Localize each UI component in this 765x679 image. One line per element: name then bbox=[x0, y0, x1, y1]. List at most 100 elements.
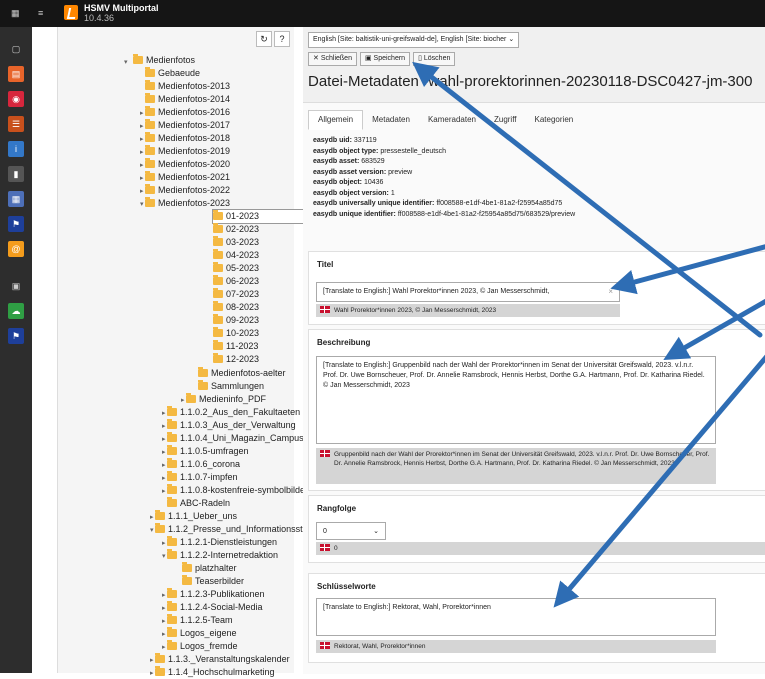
expand-icon[interactable]: ▸ bbox=[150, 656, 154, 664]
tree-item[interactable]: 1.1.0.5-umfragen bbox=[167, 445, 249, 458]
cloud-icon[interactable]: ☁ bbox=[8, 303, 24, 319]
expand-icon[interactable]: ▸ bbox=[162, 409, 166, 417]
delete-button[interactable]: ▯ Löschen bbox=[413, 52, 456, 66]
tree-item[interactable]: Medienfotos bbox=[133, 54, 195, 67]
tree-item[interactable]: Medienfotos-2016 bbox=[145, 106, 230, 119]
tree-item[interactable]: 03-2023 bbox=[213, 236, 259, 249]
tab-kameradaten[interactable]: Kameradaten bbox=[419, 111, 485, 129]
tree-item[interactable]: Logos_eigene bbox=[167, 627, 237, 640]
rangfolge-select[interactable]: 0 ⌄ bbox=[316, 522, 386, 540]
tree-item[interactable]: 09-2023 bbox=[213, 314, 259, 327]
tree-item[interactable]: 08-2023 bbox=[213, 301, 259, 314]
grid-icon[interactable]: ▦ bbox=[11, 9, 20, 18]
expand-icon[interactable]: ▸ bbox=[162, 630, 166, 638]
refresh-icon[interactable]: ↻ bbox=[256, 31, 272, 47]
tree-item[interactable]: 1.1.0.7-impfen bbox=[167, 471, 238, 484]
collapse-icon[interactable]: ▾ bbox=[150, 526, 154, 534]
list-icon[interactable]: ≡ bbox=[38, 9, 47, 18]
tree-item-selected[interactable]: 01-2023 bbox=[212, 209, 312, 224]
tree-item[interactable]: 05-2023 bbox=[213, 262, 259, 275]
expand-icon[interactable]: ▸ bbox=[162, 474, 166, 482]
tree-item[interactable]: 1.1.2.1-Dienstleistungen bbox=[167, 536, 277, 549]
tree-item[interactable]: 1.1.3._Veranstaltungskalender bbox=[155, 653, 290, 666]
translation-flags-icon[interactable]: ⚑ bbox=[8, 328, 24, 344]
tree-item[interactable]: 1.1.2.3-Publikationen bbox=[167, 588, 265, 601]
tree-item[interactable]: Medienfotos-2014 bbox=[145, 93, 230, 106]
tree-item[interactable]: Medienfotos-2022 bbox=[145, 184, 230, 197]
expand-icon[interactable]: ▸ bbox=[140, 109, 144, 117]
expand-icon[interactable]: ▸ bbox=[162, 604, 166, 612]
tree-item[interactable]: Gebaeude bbox=[145, 67, 200, 80]
help-icon[interactable]: ? bbox=[274, 31, 290, 47]
tree-item[interactable]: 1.1.0.4_Uni_Magazin_Campus1456 bbox=[167, 432, 324, 445]
language-select[interactable]: English [Site: baltistik-uni-greifswald-… bbox=[308, 32, 520, 48]
close-button[interactable]: ✕ Schließen bbox=[308, 52, 357, 66]
tree-item[interactable]: 06-2023 bbox=[213, 275, 259, 288]
tab-zugriff[interactable]: Zugriff bbox=[485, 111, 526, 129]
expand-icon[interactable]: ▸ bbox=[140, 122, 144, 130]
tree-item[interactable]: 04-2023 bbox=[213, 249, 259, 262]
tree-item[interactable]: Medienfotos-aelter bbox=[198, 367, 286, 380]
tree-item[interactable]: platzhalter bbox=[182, 562, 237, 575]
tree-item[interactable]: Medienfotos-2017 bbox=[145, 119, 230, 132]
tree-item[interactable]: 1.1.2_Presse_und_Informationsstelle bbox=[155, 523, 317, 536]
collapse-icon[interactable]: ▾ bbox=[140, 200, 144, 208]
page-icon[interactable]: ▢ bbox=[8, 41, 24, 57]
expand-icon[interactable]: ▸ bbox=[140, 148, 144, 156]
list-module-icon[interactable]: ☰ bbox=[8, 116, 24, 132]
expand-icon[interactable]: ▸ bbox=[162, 422, 166, 430]
tree-item[interactable]: Teaserbilder bbox=[182, 575, 244, 588]
tree-item[interactable]: Sammlungen bbox=[198, 380, 264, 393]
tree-item[interactable]: 1.1.2.2-Internetredaktion bbox=[167, 549, 278, 562]
tab-kategorien[interactable]: Kategorien bbox=[526, 111, 583, 129]
expand-icon[interactable]: ▸ bbox=[150, 513, 154, 521]
schluesselworte-textarea[interactable]: [Translate to English:] Rektorat, Wahl, … bbox=[316, 598, 716, 636]
tree-item[interactable]: 11-2023 bbox=[213, 340, 258, 353]
tree-item[interactable]: 1.1.2.4-Social-Media bbox=[167, 601, 263, 614]
expand-icon[interactable]: ▸ bbox=[162, 591, 166, 599]
trash-icon[interactable]: ▮ bbox=[8, 166, 24, 182]
view-icon[interactable]: ◉ bbox=[8, 91, 24, 107]
expand-icon[interactable]: ▸ bbox=[181, 396, 185, 404]
file-icon[interactable]: ▤ bbox=[8, 66, 24, 82]
expand-icon[interactable]: ▸ bbox=[140, 187, 144, 195]
titel-input[interactable]: [Translate to English:] Wahl Prorektor*i… bbox=[316, 282, 620, 302]
expand-icon[interactable]: ▸ bbox=[162, 487, 166, 495]
tab-allgemein[interactable]: Allgemein bbox=[308, 110, 364, 130]
image-icon[interactable]: ▣ bbox=[8, 278, 24, 294]
tree-item[interactable]: 1.1.0.3_Aus_der_Verwaltung bbox=[167, 419, 296, 432]
collapse-icon[interactable]: ▾ bbox=[124, 58, 128, 66]
expand-icon[interactable]: ▸ bbox=[162, 461, 166, 469]
expand-icon[interactable]: ▸ bbox=[162, 539, 166, 547]
expand-icon[interactable]: ▸ bbox=[162, 617, 166, 625]
tree-item[interactable]: 1.1.1_Ueber_uns bbox=[155, 510, 237, 523]
expand-icon[interactable]: ▸ bbox=[162, 643, 166, 651]
tree-item[interactable]: 1.1.0.2_Aus_den_Fakultaeten bbox=[167, 406, 300, 419]
tree-item[interactable]: 1.1.0.6_corona bbox=[167, 458, 240, 471]
expand-icon[interactable]: ▸ bbox=[162, 435, 166, 443]
save-button[interactable]: ▣ Speichern bbox=[359, 52, 411, 66]
tree-item[interactable]: Medienfotos-2020 bbox=[145, 158, 230, 171]
tree-item[interactable]: 1.1.0.8-kostenfreie-symbolbilder bbox=[167, 484, 308, 497]
info-icon[interactable]: i bbox=[8, 141, 24, 157]
tree-item[interactable]: 12-2023 bbox=[213, 353, 259, 366]
tree-item[interactable]: Medieninfo_PDF bbox=[186, 393, 266, 406]
tree-item[interactable]: 02-2023 bbox=[213, 223, 259, 236]
expand-icon[interactable]: ▸ bbox=[140, 161, 144, 169]
tree-item[interactable]: Logos_fremde bbox=[167, 640, 238, 653]
tree-item[interactable]: 1.1.2.5-Team bbox=[167, 614, 233, 627]
expand-icon[interactable]: ▸ bbox=[140, 174, 144, 182]
clear-icon[interactable]: × bbox=[608, 287, 613, 297]
tree-item[interactable]: Medienfotos-2021 bbox=[145, 171, 230, 184]
collapse-icon[interactable]: ▾ bbox=[162, 552, 166, 560]
tree-item[interactable]: Medienfotos-2019 bbox=[145, 145, 230, 158]
language-flags-icon[interactable]: ⚑ bbox=[8, 216, 24, 232]
form-icon[interactable]: ▦ bbox=[8, 191, 24, 207]
tab-metadaten[interactable]: Metadaten bbox=[363, 111, 419, 129]
tree-item[interactable]: 07-2023 bbox=[213, 288, 259, 301]
typo3-logo-icon[interactable] bbox=[64, 5, 78, 20]
tree-item[interactable]: 10-2023 bbox=[213, 327, 259, 340]
at-icon[interactable]: @ bbox=[8, 241, 24, 257]
tree-item[interactable]: ABC-Radeln bbox=[167, 497, 230, 510]
tree-item[interactable]: Medienfotos-2018 bbox=[145, 132, 230, 145]
